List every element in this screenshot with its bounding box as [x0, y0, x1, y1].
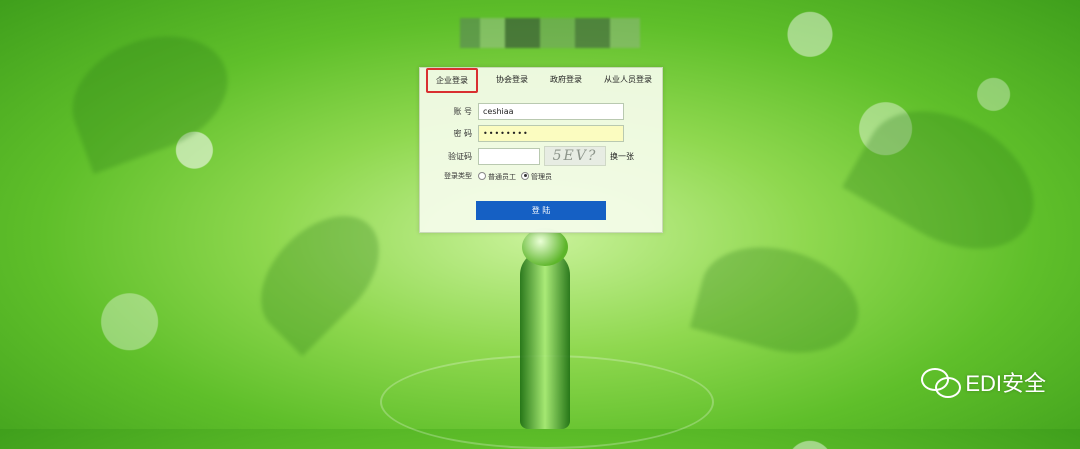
background-leaf	[238, 193, 402, 357]
login-type-label: 登录类型	[444, 172, 472, 180]
refresh-captcha-link[interactable]: 换一张	[610, 151, 634, 162]
water-drop	[522, 228, 568, 266]
login-type-row: 登录类型 普通员工 管理员	[420, 167, 557, 185]
login-panel: 企业登录 协会登录 政府登录 从业人员登录 账 号 密 码 验证码 5EV? 换…	[419, 67, 663, 233]
password-row: 密 码	[420, 124, 624, 142]
login-tabs: 企业登录 协会登录 政府登录 从业人员登录	[420, 67, 662, 93]
captcha-input[interactable]	[478, 147, 540, 165]
tab-association-login[interactable]: 协会登录	[492, 72, 532, 87]
account-row: 账 号	[420, 102, 624, 120]
background-leaf	[689, 230, 871, 370]
tab-practitioner-login[interactable]: 从业人员登录	[600, 72, 656, 87]
blurred-site-title	[460, 18, 640, 48]
captcha-image[interactable]: 5EV?	[544, 146, 606, 166]
login-button[interactable]: 登 陆	[476, 201, 606, 220]
password-label: 密 码	[453, 128, 472, 138]
radio-checked-icon	[521, 171, 529, 180]
background-leaf	[56, 15, 244, 175]
tab-enterprise-login[interactable]: 企业登录	[426, 67, 478, 93]
tab-government-login[interactable]: 政府登录	[546, 72, 586, 87]
radio-regular-employee[interactable]: 普通员工	[478, 171, 516, 182]
radio-label: 普通员工	[488, 172, 516, 181]
wechat-watermark: EDI安全	[921, 366, 1046, 398]
captcha-label: 验证码	[448, 151, 472, 161]
radio-administrator[interactable]: 管理员	[521, 171, 552, 182]
password-input[interactable]	[478, 124, 624, 142]
radio-unchecked-icon	[478, 171, 486, 180]
radio-label: 管理员	[531, 172, 552, 181]
captcha-row: 验证码 5EV? 换一张	[420, 146, 634, 166]
watermark-text: EDI安全	[965, 371, 1046, 396]
background-leaf	[842, 83, 1058, 277]
account-label: 账 号	[453, 106, 472, 116]
account-input[interactable]	[478, 102, 624, 120]
wechat-icon	[921, 368, 962, 398]
water-drop-stem	[520, 250, 570, 429]
